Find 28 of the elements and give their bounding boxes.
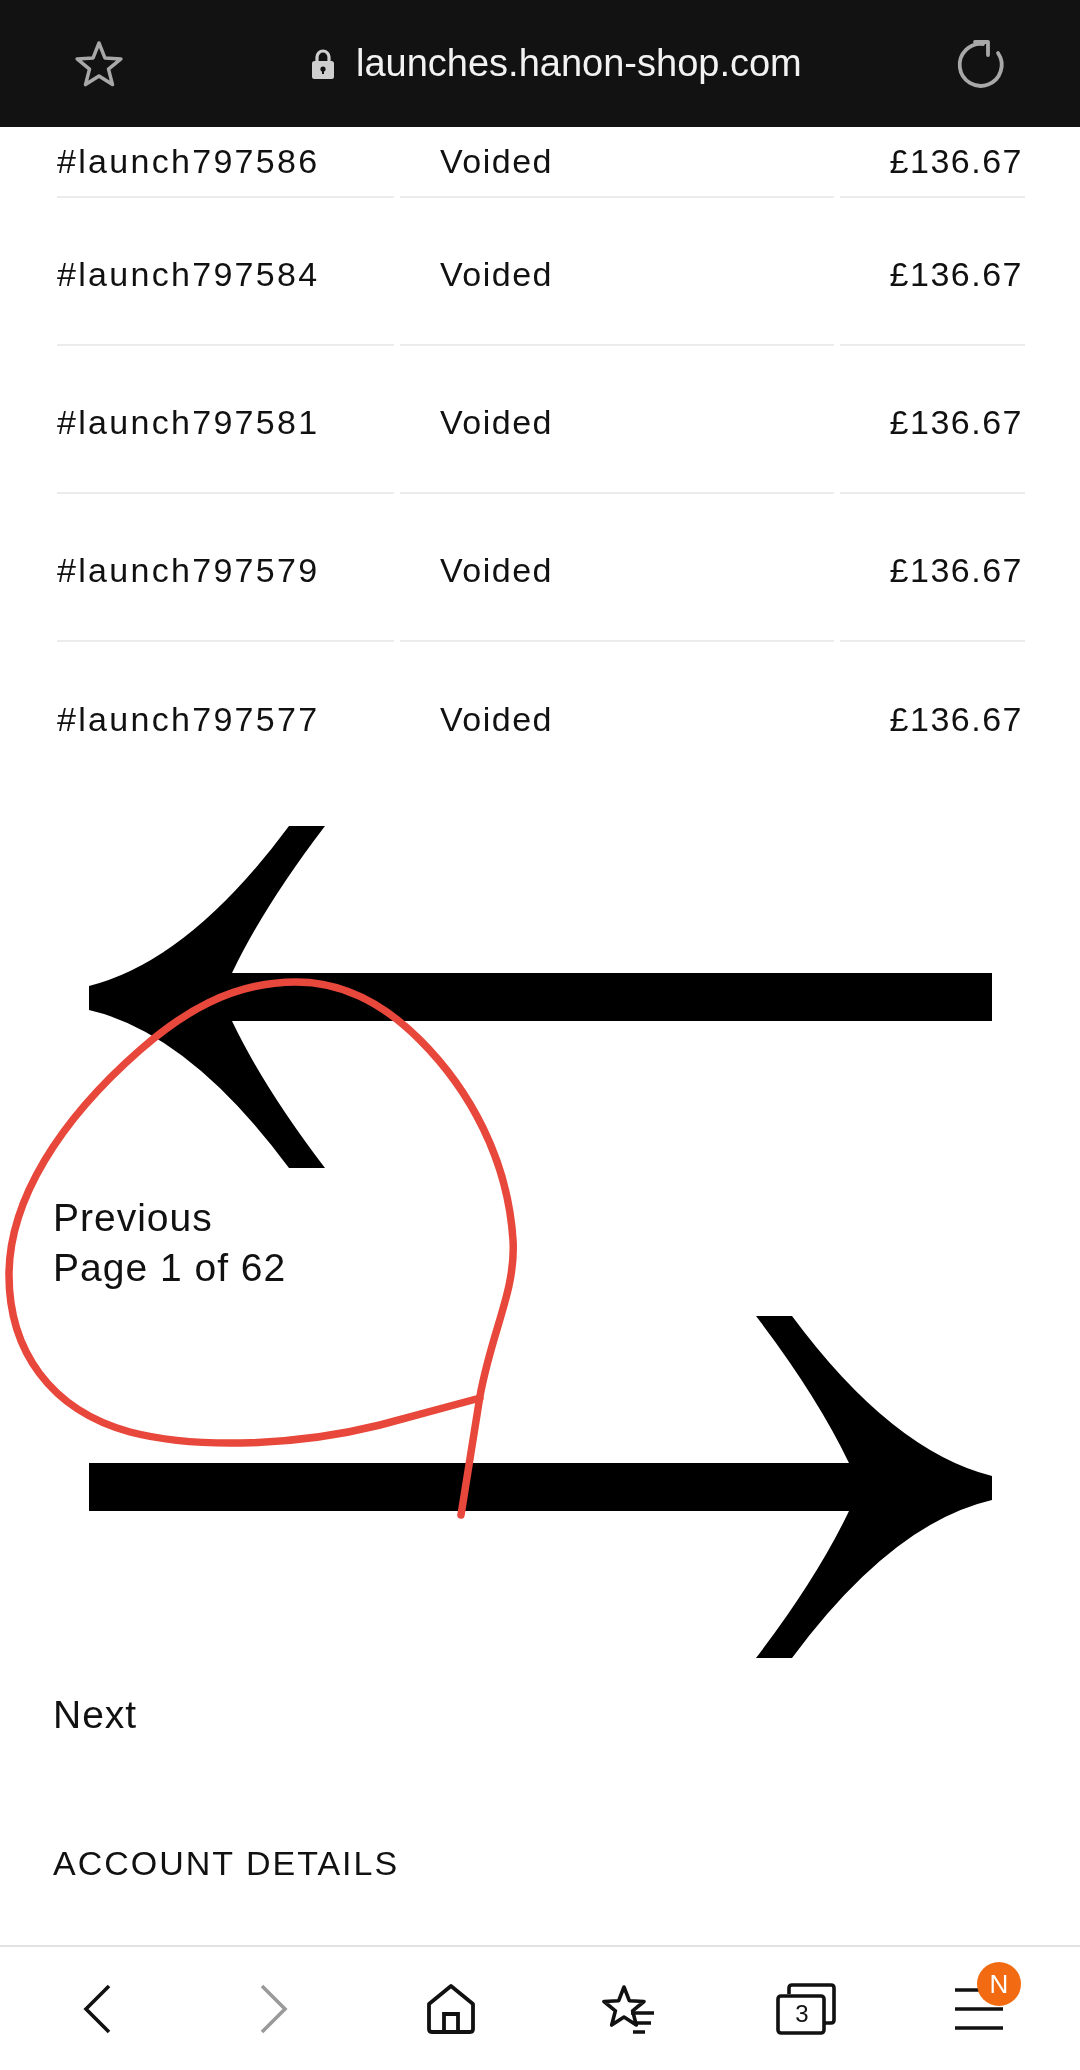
order-number-cell-text: #launch797577 xyxy=(57,698,321,740)
order-number-cell: #launch797581 xyxy=(57,346,394,494)
left-arrow-icon[interactable] xyxy=(89,826,992,1168)
status-cell: Voided xyxy=(400,198,834,346)
account-details-link[interactable]: ACCOUNT DETAILS xyxy=(53,1838,400,1888)
amount-cell-text: £136.67 xyxy=(888,698,1024,740)
star-list-icon[interactable] xyxy=(601,1982,656,2035)
order-number-cell: #launch797584 xyxy=(57,198,394,346)
amount-cell: £136.67 xyxy=(840,198,1025,346)
right-arrow-icon[interactable] xyxy=(89,1316,992,1658)
notification-badge: N xyxy=(976,1961,1021,2006)
page-indicator: Page 1 of 62 xyxy=(53,1245,287,1291)
home-icon[interactable] xyxy=(425,1982,478,2035)
amount-cell: £136.67 xyxy=(840,127,1025,198)
status-cell: Voided xyxy=(400,346,834,494)
url-text[interactable]: launches.hanon-shop.com xyxy=(356,42,802,85)
tab-count: 3 xyxy=(794,1999,810,2028)
next-link[interactable]: Next xyxy=(53,1690,138,1740)
order-number-cell: #launch797579 xyxy=(57,494,394,642)
status-cell-text: Voided xyxy=(439,698,554,740)
status-cell: Voided xyxy=(400,127,834,198)
previous-link[interactable]: Previous xyxy=(53,1193,213,1243)
order-number-cell: #launch797586 xyxy=(57,127,394,198)
status-cell: Voided xyxy=(400,494,834,642)
lock-icon xyxy=(311,47,335,80)
amount-cell: £136.67 xyxy=(840,346,1025,494)
chevron-left-icon[interactable] xyxy=(81,1982,112,2035)
amount-cell: £136.67 xyxy=(840,494,1025,642)
